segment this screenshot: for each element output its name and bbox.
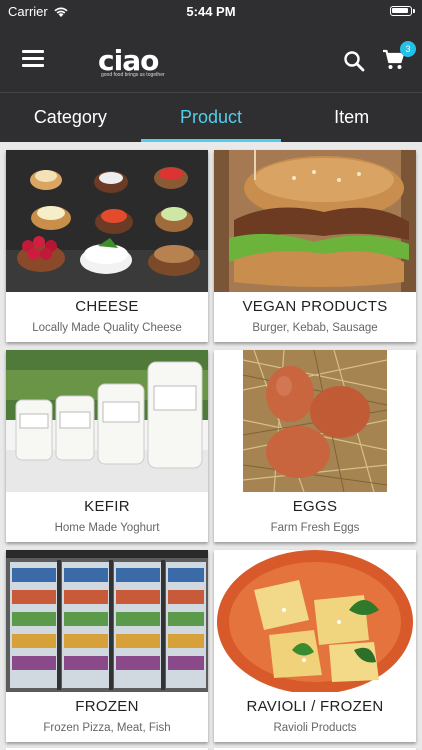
product-card-kefir[interactable]: KEFIR Home Made Yoghurt (6, 350, 208, 542)
product-title: FROZEN (75, 698, 139, 715)
battery-icon (390, 6, 415, 16)
tab-item[interactable]: Item (281, 93, 422, 142)
ravioli-image (214, 550, 416, 692)
product-subtitle: Locally Made Quality Cheese (32, 322, 182, 334)
hamburger-menu-icon[interactable] (22, 50, 44, 67)
tab-product[interactable]: Product (140, 93, 282, 142)
product-card-vegan-products[interactable]: VEGAN PRODUCTS Burger, Kebab, Sausage (214, 150, 416, 342)
product-title: RAVIOLI / FROZEN (246, 698, 384, 715)
product-grid: CHEESE Locally Made Quality Cheese VEGAN… (0, 142, 422, 750)
product-title: KEFIR (84, 498, 130, 515)
product-title: VEGAN PRODUCTS (242, 298, 388, 315)
product-subtitle: Frozen Pizza, Meat, Fish (43, 722, 171, 734)
frozen-freezer-image (6, 550, 208, 692)
tab-bar: Category Product Item (0, 92, 422, 142)
product-subtitle: Ravioli Products (273, 722, 357, 734)
product-card-eggs[interactable]: EGGS Farm Fresh Eggs (214, 350, 416, 542)
product-subtitle: Burger, Kebab, Sausage (252, 322, 378, 334)
product-title: EGGS (292, 498, 338, 515)
vegan-burger-image (214, 150, 416, 292)
product-card-frozen[interactable]: FROZEN Frozen Pizza, Meat, Fish (6, 550, 208, 742)
product-title: CHEESE (75, 298, 139, 315)
app-header: ciao good food brings us together 3 (0, 22, 422, 92)
status-bar: Carrier 5:44 PM (0, 0, 422, 22)
kefir-image (6, 350, 208, 492)
product-subtitle: Home Made Yoghurt (54, 522, 160, 534)
product-subtitle: Farm Fresh Eggs (270, 522, 360, 534)
search-icon[interactable] (343, 50, 365, 72)
cheese-image (6, 150, 208, 292)
logo-tagline: good food brings us together (101, 72, 165, 78)
product-card-ravioli-frozen[interactable]: RAVIOLI / FROZEN Ravioli Products (214, 550, 416, 742)
eggs-image (214, 350, 416, 492)
app-screen: Carrier 5:44 PM ciao good food brings us… (0, 0, 422, 750)
ciao-logo: ciao good food brings us together (98, 44, 170, 80)
status-time: 5:44 PM (186, 4, 236, 19)
tab-category[interactable]: Category (0, 93, 141, 142)
product-card-cheese[interactable]: CHEESE Locally Made Quality Cheese (6, 150, 208, 342)
cart-count-badge: 3 (400, 41, 416, 57)
